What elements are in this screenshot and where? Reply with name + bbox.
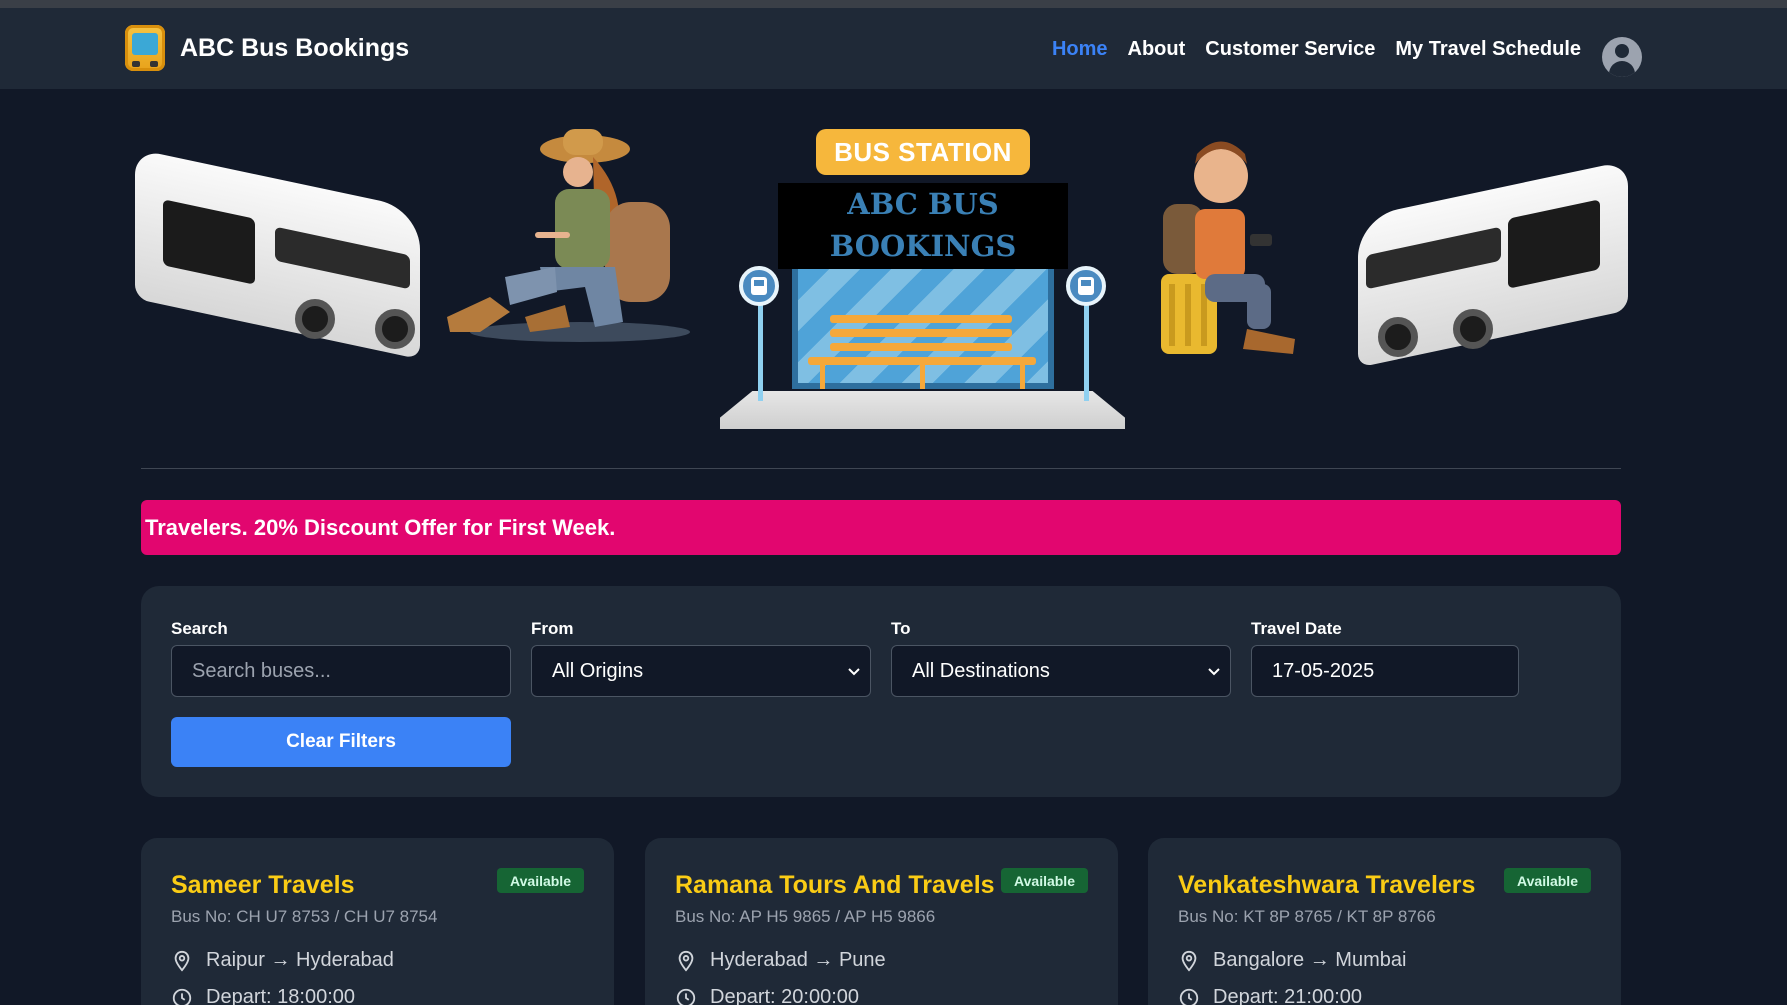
nav-links: Home About Customer Service My Travel Sc… bbox=[1052, 38, 1581, 61]
status-badge: Available bbox=[1001, 868, 1088, 893]
filter-panel: Search Search buses... From All Origins … bbox=[141, 586, 1621, 797]
location-pin-icon bbox=[1181, 950, 1197, 972]
bus-company-name: Venkateshwara Travelers bbox=[1178, 871, 1476, 899]
bus-card[interactable]: Venkateshwara Travelers Available Bus No… bbox=[1148, 838, 1621, 1005]
bus-card[interactable]: Sameer Travels Available Bus No: CH U7 8… bbox=[141, 838, 614, 1005]
from-label: From bbox=[531, 619, 574, 638]
search-input[interactable]: Search buses... bbox=[171, 645, 511, 697]
user-avatar-icon[interactable] bbox=[1602, 37, 1642, 77]
promo-text: Travelers. 20% Discount Offer for First … bbox=[145, 514, 616, 540]
chevron-down-icon bbox=[1208, 668, 1220, 676]
depart-text: Depart: 21:00:00 bbox=[1213, 986, 1362, 1005]
route-row: Raipur → Hyderabad bbox=[171, 949, 394, 972]
bus-number: Bus No: KT 8P 8765 / KT 8P 8766 bbox=[1178, 907, 1436, 926]
hero-banner: BUS STATION ABC BUS BOOKINGS bbox=[0, 89, 1787, 469]
bus-station-illustration: BUS STATION ABC BUS BOOKINGS bbox=[720, 129, 1125, 429]
route-row: Bangalore → Mumbai bbox=[1178, 949, 1406, 972]
clock-icon bbox=[676, 988, 696, 1005]
bus-illustration-left bbox=[125, 148, 420, 360]
bus-stop-icon-left bbox=[739, 266, 779, 306]
bus-company-name: Sameer Travels bbox=[171, 871, 355, 899]
bus-illustration-right bbox=[1358, 160, 1638, 368]
bus-card[interactable]: Ramana Tours And Travels Available Bus N… bbox=[645, 838, 1118, 1005]
depart-row: Depart: 20:00:00 bbox=[675, 986, 859, 1005]
depart-row: Depart: 21:00:00 bbox=[1178, 986, 1362, 1005]
clear-filters-button[interactable]: Clear Filters bbox=[171, 717, 511, 767]
travel-date-label: Travel Date bbox=[1251, 619, 1342, 638]
bus-number: Bus No: CH U7 8753 / CH U7 8754 bbox=[171, 907, 438, 926]
route-text: Hyderabad → Pune bbox=[710, 949, 886, 971]
status-badge: Available bbox=[497, 868, 584, 893]
station-sign: BUS STATION bbox=[816, 129, 1030, 175]
brand[interactable]: ABC Bus Bookings bbox=[125, 25, 409, 71]
depart-text: Depart: 18:00:00 bbox=[206, 986, 355, 1005]
status-badge: Available bbox=[1504, 868, 1591, 893]
clock-icon bbox=[1179, 988, 1199, 1005]
to-select[interactable]: All Destinations bbox=[891, 645, 1231, 697]
route-text: Bangalore → Mumbai bbox=[1213, 949, 1407, 971]
depart-text: Depart: 20:00:00 bbox=[710, 986, 859, 1005]
bus-logo-icon bbox=[125, 25, 165, 71]
depart-row: Depart: 18:00:00 bbox=[171, 986, 355, 1005]
nav-home[interactable]: Home bbox=[1052, 38, 1108, 61]
nav-about[interactable]: About bbox=[1128, 38, 1186, 61]
to-label: To bbox=[891, 619, 911, 638]
clock-icon bbox=[172, 988, 192, 1005]
traveler-man-illustration bbox=[1161, 141, 1295, 354]
bus-company-name: Ramana Tours And Travels bbox=[675, 871, 995, 899]
travel-date-input[interactable]: 17-05-2025 bbox=[1251, 645, 1519, 697]
bus-stop-icon-right bbox=[1066, 266, 1106, 306]
top-strip bbox=[0, 0, 1787, 8]
brand-name: ABC Bus Bookings bbox=[180, 33, 410, 62]
route-row: Hyderabad → Pune bbox=[675, 949, 886, 972]
bus-number: Bus No: AP H5 9865 / AP H5 9866 bbox=[675, 907, 936, 926]
station-board: ABC BUS BOOKINGS bbox=[778, 183, 1068, 269]
route-text: Raipur → Hyderabad bbox=[206, 949, 394, 971]
location-pin-icon bbox=[678, 950, 694, 972]
chevron-down-icon bbox=[848, 668, 860, 676]
search-label: Search bbox=[171, 619, 228, 638]
nav-customer-service[interactable]: Customer Service bbox=[1205, 38, 1375, 61]
nav-my-travel-schedule[interactable]: My Travel Schedule bbox=[1395, 38, 1581, 61]
navbar: ABC Bus Bookings Home About Customer Ser… bbox=[0, 8, 1787, 89]
hero-divider bbox=[141, 468, 1621, 469]
from-select[interactable]: All Origins bbox=[531, 645, 871, 697]
promo-banner: Travelers. 20% Discount Offer for First … bbox=[141, 500, 1621, 555]
location-pin-icon bbox=[174, 950, 190, 972]
traveler-woman-illustration bbox=[447, 129, 690, 342]
